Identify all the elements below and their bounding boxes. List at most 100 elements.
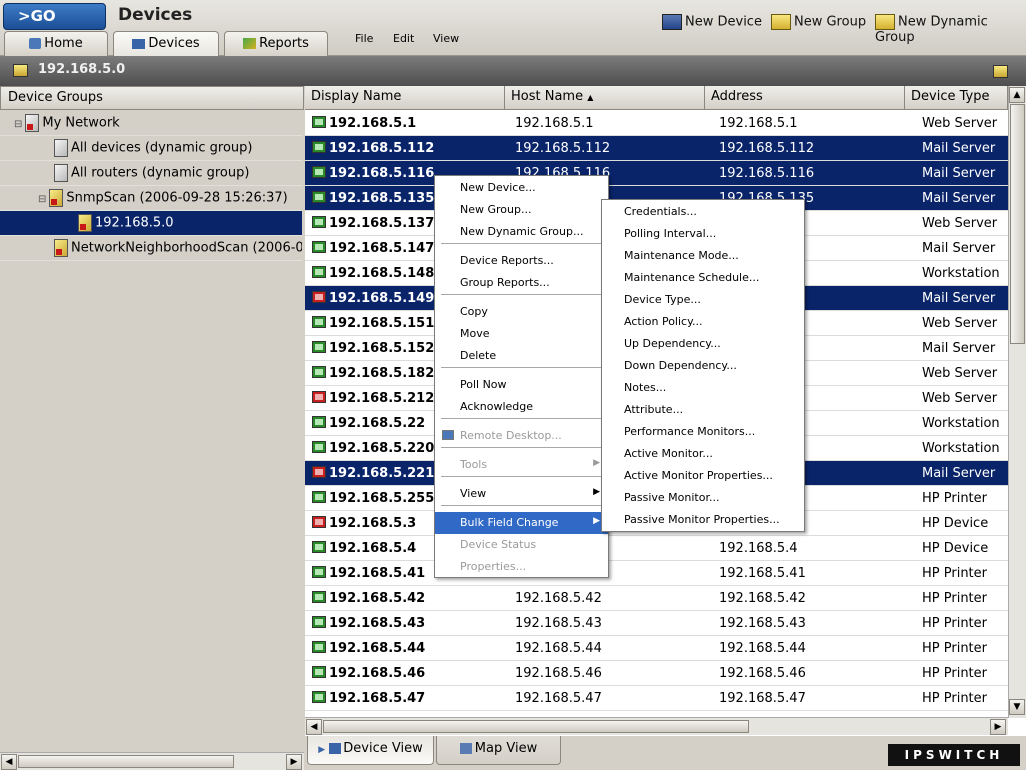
device-reports-item[interactable]: Device Reports...	[435, 250, 608, 272]
scroll-right-button[interactable]: ▶	[990, 719, 1006, 735]
tree-item-all-routers[interactable]: All routers (dynamic group)	[0, 161, 302, 186]
table-row[interactable]: 192.168.5.1 192.168.5.1 192.168.5.1 Web Ser…	[305, 111, 1008, 136]
device-groups-pane: Device Groups ⊟ My Network All devices (d…	[0, 86, 304, 770]
device-status-icon	[312, 566, 326, 578]
tab-devices-label: Devices	[148, 36, 200, 51]
go-button[interactable]: >GO	[3, 3, 106, 30]
scroll-thumb[interactable]	[323, 720, 749, 733]
column-host-name[interactable]: Host Name ▲	[505, 86, 705, 110]
menu-view[interactable]: View	[433, 32, 459, 45]
new-group-button[interactable]: New Group	[771, 14, 866, 30]
tab-device-view[interactable]: ▶ Device View	[307, 736, 434, 765]
table-row[interactable]: 192.168.5.44 192.168.5.44 192.168.5.44 HP P…	[305, 636, 1008, 661]
horizontal-scrollbar[interactable]: ◀ ▶	[305, 717, 1008, 735]
new-group-item[interactable]: New Group...	[435, 199, 608, 221]
submenu-item[interactable]: Notes...	[602, 377, 804, 399]
menu-item-label: New Device...	[460, 181, 536, 194]
submenu-item[interactable]: Active Monitor Properties...	[602, 465, 804, 487]
table-row[interactable]: 192.168.5.41 192.168.5.41 HP Printer	[305, 561, 1008, 586]
submenu-item[interactable]: Device Type...	[602, 289, 804, 311]
table-row[interactable]: 192.168.5.112 192.168.5.112 192.168.5.112 M…	[305, 136, 1008, 161]
scroll-left-button[interactable]: ◀	[306, 719, 322, 735]
acknowledge-item[interactable]: Acknowledge	[435, 396, 608, 418]
move-item[interactable]: Move	[435, 323, 608, 345]
submenu-item[interactable]: Up Dependency...	[602, 333, 804, 355]
poll-now-item[interactable]: Poll Now	[435, 374, 608, 396]
display-name-cell: 192.168.5.255	[329, 491, 435, 506]
left-horizontal-scrollbar[interactable]: ◀ ▶	[0, 752, 304, 770]
table-row[interactable]: 192.168.5.43 192.168.5.43 192.168.5.43 HP P…	[305, 611, 1008, 636]
collapse-icon[interactable]: ⊟	[14, 119, 22, 130]
device-type-cell: Workstation	[922, 416, 1000, 431]
table-row[interactable]: 192.168.5.4 192.168.5.4 HP Device	[305, 536, 1008, 561]
address-cell: 192.168.5.44	[719, 641, 806, 656]
scroll-thumb[interactable]	[1010, 104, 1025, 344]
tree-item-all-devices[interactable]: All devices (dynamic group)	[0, 136, 302, 161]
collapse-icon[interactable]: ⊟	[38, 194, 46, 205]
vertical-scrollbar[interactable]: ▲ ▼	[1008, 86, 1026, 718]
submenu-item[interactable]: Maintenance Mode...	[602, 245, 804, 267]
submenu-item[interactable]: Performance Monitors...	[602, 421, 804, 443]
table-row[interactable]: 192.168.5.46 192.168.5.46 192.168.5.46 HP P…	[305, 661, 1008, 686]
host-name-cell: 192.168.5.43	[515, 616, 602, 631]
submenu-item[interactable]: Polling Interval...	[602, 223, 804, 245]
column-display-name[interactable]: Display Name	[305, 86, 505, 110]
submenu-item[interactable]: Action Policy...	[602, 311, 804, 333]
column-host-name-label: Host Name	[511, 89, 584, 104]
menu-item-label: Group Reports...	[460, 276, 550, 289]
up-folder-icon[interactable]	[993, 64, 1008, 79]
scroll-left-button[interactable]: ◀	[1, 754, 17, 770]
device-type-cell: Workstation	[922, 441, 1000, 456]
tab-home[interactable]: Home	[4, 31, 108, 56]
group-reports-item[interactable]: Group Reports...	[435, 272, 608, 294]
scroll-up-button[interactable]: ▲	[1009, 87, 1025, 103]
tab-map-view[interactable]: Map View	[436, 736, 561, 765]
device-status-icon	[312, 266, 326, 278]
menu-item-label: Poll Now	[460, 378, 507, 391]
sort-ascending-icon: ▲	[587, 93, 594, 102]
submenu-item[interactable]: Maintenance Schedule...	[602, 267, 804, 289]
copy-item[interactable]: Copy	[435, 301, 608, 323]
new-group-icon	[771, 14, 791, 30]
scroll-right-button[interactable]: ▶	[286, 754, 302, 770]
column-address[interactable]: Address	[705, 86, 905, 110]
tab-reports[interactable]: Reports	[224, 31, 328, 56]
submenu-item[interactable]: Attribute...	[602, 399, 804, 421]
submenu-item[interactable]: Passive Monitor...	[602, 487, 804, 509]
host-name-cell: 192.168.5.47	[515, 691, 602, 706]
home-icon	[29, 38, 42, 49]
device-status-icon	[312, 366, 326, 378]
scroll-down-button[interactable]: ▼	[1009, 699, 1025, 715]
device-type-cell: HP Printer	[922, 691, 987, 706]
bulk-field-change-item[interactable]: Bulk Field Change ▶	[435, 512, 608, 534]
tree-item-snmpscan[interactable]: ⊟ SnmpScan (2006-09-28 15:26:37)	[0, 186, 302, 211]
tab-devices[interactable]: Devices	[113, 31, 219, 56]
table-row[interactable]: 192.168.5.116 192.168.5.116 192.168.5.116 M…	[305, 161, 1008, 186]
view-item[interactable]: View ▶	[435, 483, 608, 505]
menu-separator	[441, 243, 602, 244]
submenu-item[interactable]: Active Monitor...	[602, 443, 804, 465]
delete-item[interactable]: Delete	[435, 345, 608, 367]
context-menu: New Device... New Group... New Dynamic Gro…	[434, 175, 609, 578]
table-row[interactable]: 192.168.5.47 192.168.5.47 192.168.5.47 HP P…	[305, 686, 1008, 711]
new-device-item[interactable]: New Device...	[435, 177, 608, 199]
path-bar: 192.168.5.0	[0, 56, 1026, 86]
menu-edit[interactable]: Edit	[393, 32, 414, 45]
column-device-type[interactable]: Device Type	[905, 86, 1008, 110]
device-status-icon	[312, 391, 326, 403]
reports-icon	[243, 38, 257, 49]
new-device-button[interactable]: New Device	[662, 14, 762, 30]
tree-item-my-network[interactable]: ⊟ My Network	[0, 111, 302, 136]
new-dynamic-group-button[interactable]: New Dynamic Group	[875, 14, 1026, 45]
host-name-cell: 192.168.5.46	[515, 666, 602, 681]
tree-item-networkneighborhoodscan[interactable]: NetworkNeighborhoodScan (2006-09-30	[0, 236, 302, 261]
device-status-icon	[312, 491, 326, 503]
submenu-item[interactable]: Passive Monitor Properties...	[602, 509, 804, 531]
menu-file[interactable]: File	[355, 32, 373, 45]
submenu-item[interactable]: Down Dependency...	[602, 355, 804, 377]
scroll-thumb[interactable]	[18, 755, 234, 768]
new-dynamic-group-item[interactable]: New Dynamic Group...	[435, 221, 608, 243]
tree-item-subnet[interactable]: 192.168.5.0	[0, 211, 302, 236]
table-row[interactable]: 192.168.5.42 192.168.5.42 192.168.5.42 HP P…	[305, 586, 1008, 611]
submenu-item[interactable]: Credentials...	[602, 201, 804, 223]
